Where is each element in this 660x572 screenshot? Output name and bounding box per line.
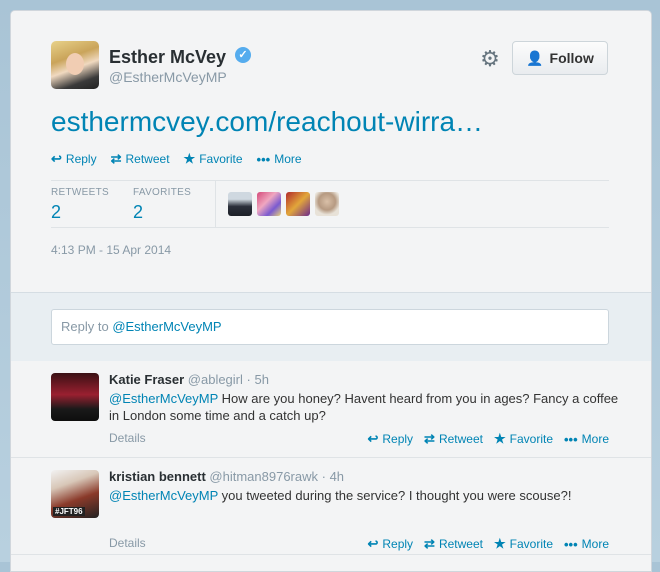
reply-prefix: Reply to <box>61 319 113 334</box>
more-dots-icon: ••• <box>564 431 578 447</box>
gear-icon[interactable]: ⚙ <box>479 48 501 70</box>
tweet-timestamp[interactable]: 4:13 PM - 15 Apr 2014 <box>51 243 171 257</box>
tweet-link[interactable]: esthermcvey.com/reachout-wirra… <box>51 106 483 138</box>
reply-icon: ↩ <box>367 431 379 446</box>
star-icon: ★ <box>493 431 506 446</box>
more-dots-icon: ••• <box>564 536 578 552</box>
star-icon: ★ <box>493 536 506 551</box>
reply-author-handle[interactable]: @ablegirl <box>188 372 243 387</box>
favoriter-avatar[interactable] <box>286 192 310 216</box>
more-dots-icon: ••• <box>256 151 271 167</box>
retweet-label: Retweet <box>438 432 483 446</box>
favorite-label: Favorite <box>509 432 553 446</box>
reply-section: Reply to @EstherMcVeyMP <box>11 292 651 362</box>
reply-actions: ↩ Reply ⇄ Retweet ★ Favorite ••• More <box>367 431 609 447</box>
reply-header: Katie Fraser @ablegirl · 5h <box>109 372 269 387</box>
details-link[interactable]: Details <box>109 536 146 550</box>
reply-button[interactable]: ↩ Reply <box>367 536 413 552</box>
more-label: More <box>274 152 302 166</box>
retweets-count[interactable]: 2 <box>51 202 61 223</box>
reply-author-name[interactable]: Katie Fraser <box>109 372 184 387</box>
reply-time[interactable]: · 4h <box>322 469 344 484</box>
more-label: More <box>581 432 609 446</box>
reply-button[interactable]: ↩ Reply <box>51 151 97 167</box>
author-handle[interactable]: @EstherMcVeyMP <box>109 69 227 85</box>
more-button[interactable]: ••• More <box>564 536 609 552</box>
retweet-icon: ⇄ <box>110 151 122 166</box>
reply-input[interactable]: Reply to @EstherMcVeyMP <box>51 309 609 345</box>
reply-icon: ↩ <box>51 151 62 166</box>
retweet-label: Retweet <box>438 537 483 551</box>
verified-icon: ✓ <box>235 47 251 63</box>
reply-label: Reply <box>382 432 414 446</box>
avatar-tag: #JFT96 <box>53 507 85 516</box>
retweet-label: Retweet <box>125 152 170 166</box>
reply-body: you tweeted during the service? I though… <box>218 488 572 503</box>
favorite-label: Favorite <box>509 537 553 551</box>
favorites-label[interactable]: FAVORITES <box>133 187 191 198</box>
stats-separator <box>215 181 216 227</box>
reply-mention-link[interactable]: @EstherMcVeyMP <box>109 391 218 406</box>
follow-person-icon: 👤 <box>526 49 544 66</box>
favorite-button[interactable]: ★ Favorite <box>494 431 553 447</box>
tweet-main: Esther McVey ✓ @EstherMcVeyMP ⚙ 👤 Follow… <box>11 11 651 292</box>
reply-header: kristian bennett @hitman8976rawk · 4h <box>109 469 344 484</box>
retweet-button[interactable]: ⇄ Retweet <box>424 431 483 447</box>
author-name[interactable]: Esther McVey <box>109 47 226 68</box>
reply-author-name[interactable]: kristian bennett <box>109 469 206 484</box>
retweet-button[interactable]: ⇄ Retweet <box>111 151 170 167</box>
retweet-button[interactable]: ⇄ Retweet <box>424 536 483 552</box>
follow-button[interactable]: 👤 Follow <box>512 41 608 75</box>
author-avatar[interactable] <box>51 41 99 89</box>
retweet-icon: ⇄ <box>424 536 435 551</box>
reply-mention: @EstherMcVeyMP <box>112 319 222 334</box>
details-link[interactable]: Details <box>109 431 146 445</box>
favorites-count[interactable]: 2 <box>133 202 143 223</box>
reply-avatar[interactable] <box>51 373 99 421</box>
reply-text: @EstherMcVeyMP you tweeted during the se… <box>109 487 619 504</box>
reply-tweet: #JFT96 kristian bennett @hitman8976rawk … <box>11 458 651 555</box>
more-button[interactable]: ••• More <box>257 151 302 167</box>
reply-label: Reply <box>65 152 97 166</box>
reply-label: Reply <box>382 537 414 551</box>
favorite-label: Favorite <box>199 152 243 166</box>
divider <box>51 227 609 228</box>
reply-time[interactable]: · 5h <box>247 372 269 387</box>
reply-tweet: Katie Fraser @ablegirl · 5h @EstherMcVey… <box>11 361 651 458</box>
reply-actions: ↩ Reply ⇄ Retweet ★ Favorite ••• More <box>367 536 609 552</box>
favorite-button[interactable]: ★ Favorite <box>494 536 553 552</box>
reply-icon: ↩ <box>367 536 379 551</box>
reply-avatar[interactable]: #JFT96 <box>51 470 99 518</box>
favorite-button[interactable]: ★ Favorite <box>184 151 243 167</box>
retweet-icon: ⇄ <box>424 431 435 446</box>
follow-label: Follow <box>549 50 594 66</box>
more-button[interactable]: ••• More <box>564 431 609 447</box>
more-label: More <box>581 537 609 551</box>
tweet-actions: ↩ Reply ⇄ Retweet ★ Favorite ••• More <box>51 151 302 167</box>
favoriter-avatar[interactable] <box>228 192 252 216</box>
reply-text: @EstherMcVeyMP How are you honey? Havent… <box>109 390 619 424</box>
favoriter-avatar[interactable] <box>315 192 339 216</box>
tweet-card: Esther McVey ✓ @EstherMcVeyMP ⚙ 👤 Follow… <box>10 10 652 572</box>
reply-button[interactable]: ↩ Reply <box>367 431 413 447</box>
reply-author-handle[interactable]: @hitman8976rawk <box>209 469 318 484</box>
retweets-label[interactable]: RETWEETS <box>51 187 109 198</box>
star-icon: ★ <box>183 151 196 166</box>
favoriter-avatar[interactable] <box>257 192 281 216</box>
reply-mention-link[interactable]: @EstherMcVeyMP <box>109 488 218 503</box>
divider <box>51 180 609 181</box>
